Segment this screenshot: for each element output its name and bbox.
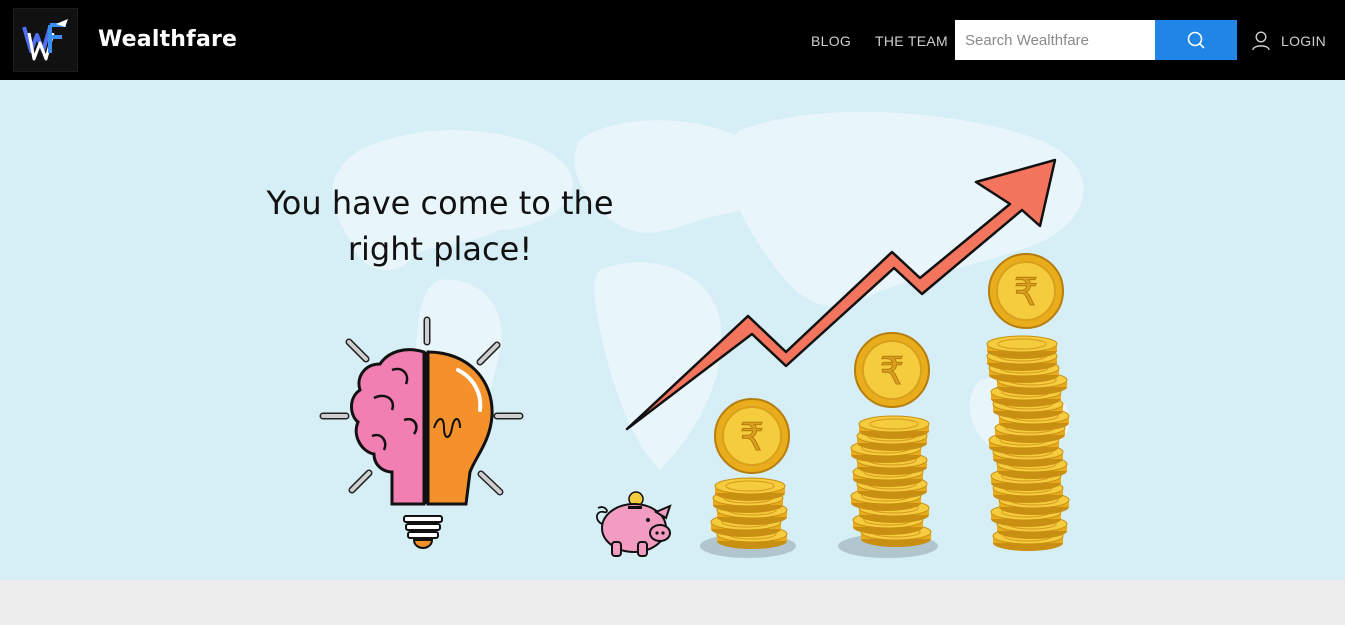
piggy-bank-illustration [596, 491, 672, 557]
brand-name[interactable]: Wealthfare [98, 27, 237, 52]
coin-stack-large: ₹ [986, 253, 1070, 552]
rupee-symbol: ₹ [740, 415, 764, 459]
coin-stack-medium: ₹ [838, 332, 938, 558]
search-button[interactable] [1155, 20, 1237, 60]
rupee-symbol: ₹ [1014, 270, 1038, 314]
login-link[interactable]: LOGIN [1252, 30, 1326, 52]
brain-lightbulb-illustration [319, 316, 524, 550]
wealthfare-logo-icon [22, 19, 68, 61]
login-label: LOGIN [1281, 33, 1327, 49]
brand-logo[interactable] [13, 8, 78, 72]
hero-illustration: ₹ ₹ ₹ [319, 111, 1084, 558]
hero-headline: You have come to the right place! [266, 184, 614, 268]
search-input[interactable] [955, 20, 1155, 60]
nav-link-the-team[interactable]: THE TEAM [875, 33, 948, 49]
top-navbar: Wealthfare BLOG THE TEAM LOGIN [0, 0, 1345, 80]
nav-link-blog[interactable]: BLOG [811, 33, 851, 49]
user-icon [1252, 31, 1270, 51]
hero-banner: ₹ ₹ ₹ You have come to the right place! [0, 80, 1345, 580]
search-icon [1187, 31, 1205, 49]
rupee-symbol: ₹ [880, 349, 904, 393]
coin-stack-small: ₹ [700, 398, 796, 558]
